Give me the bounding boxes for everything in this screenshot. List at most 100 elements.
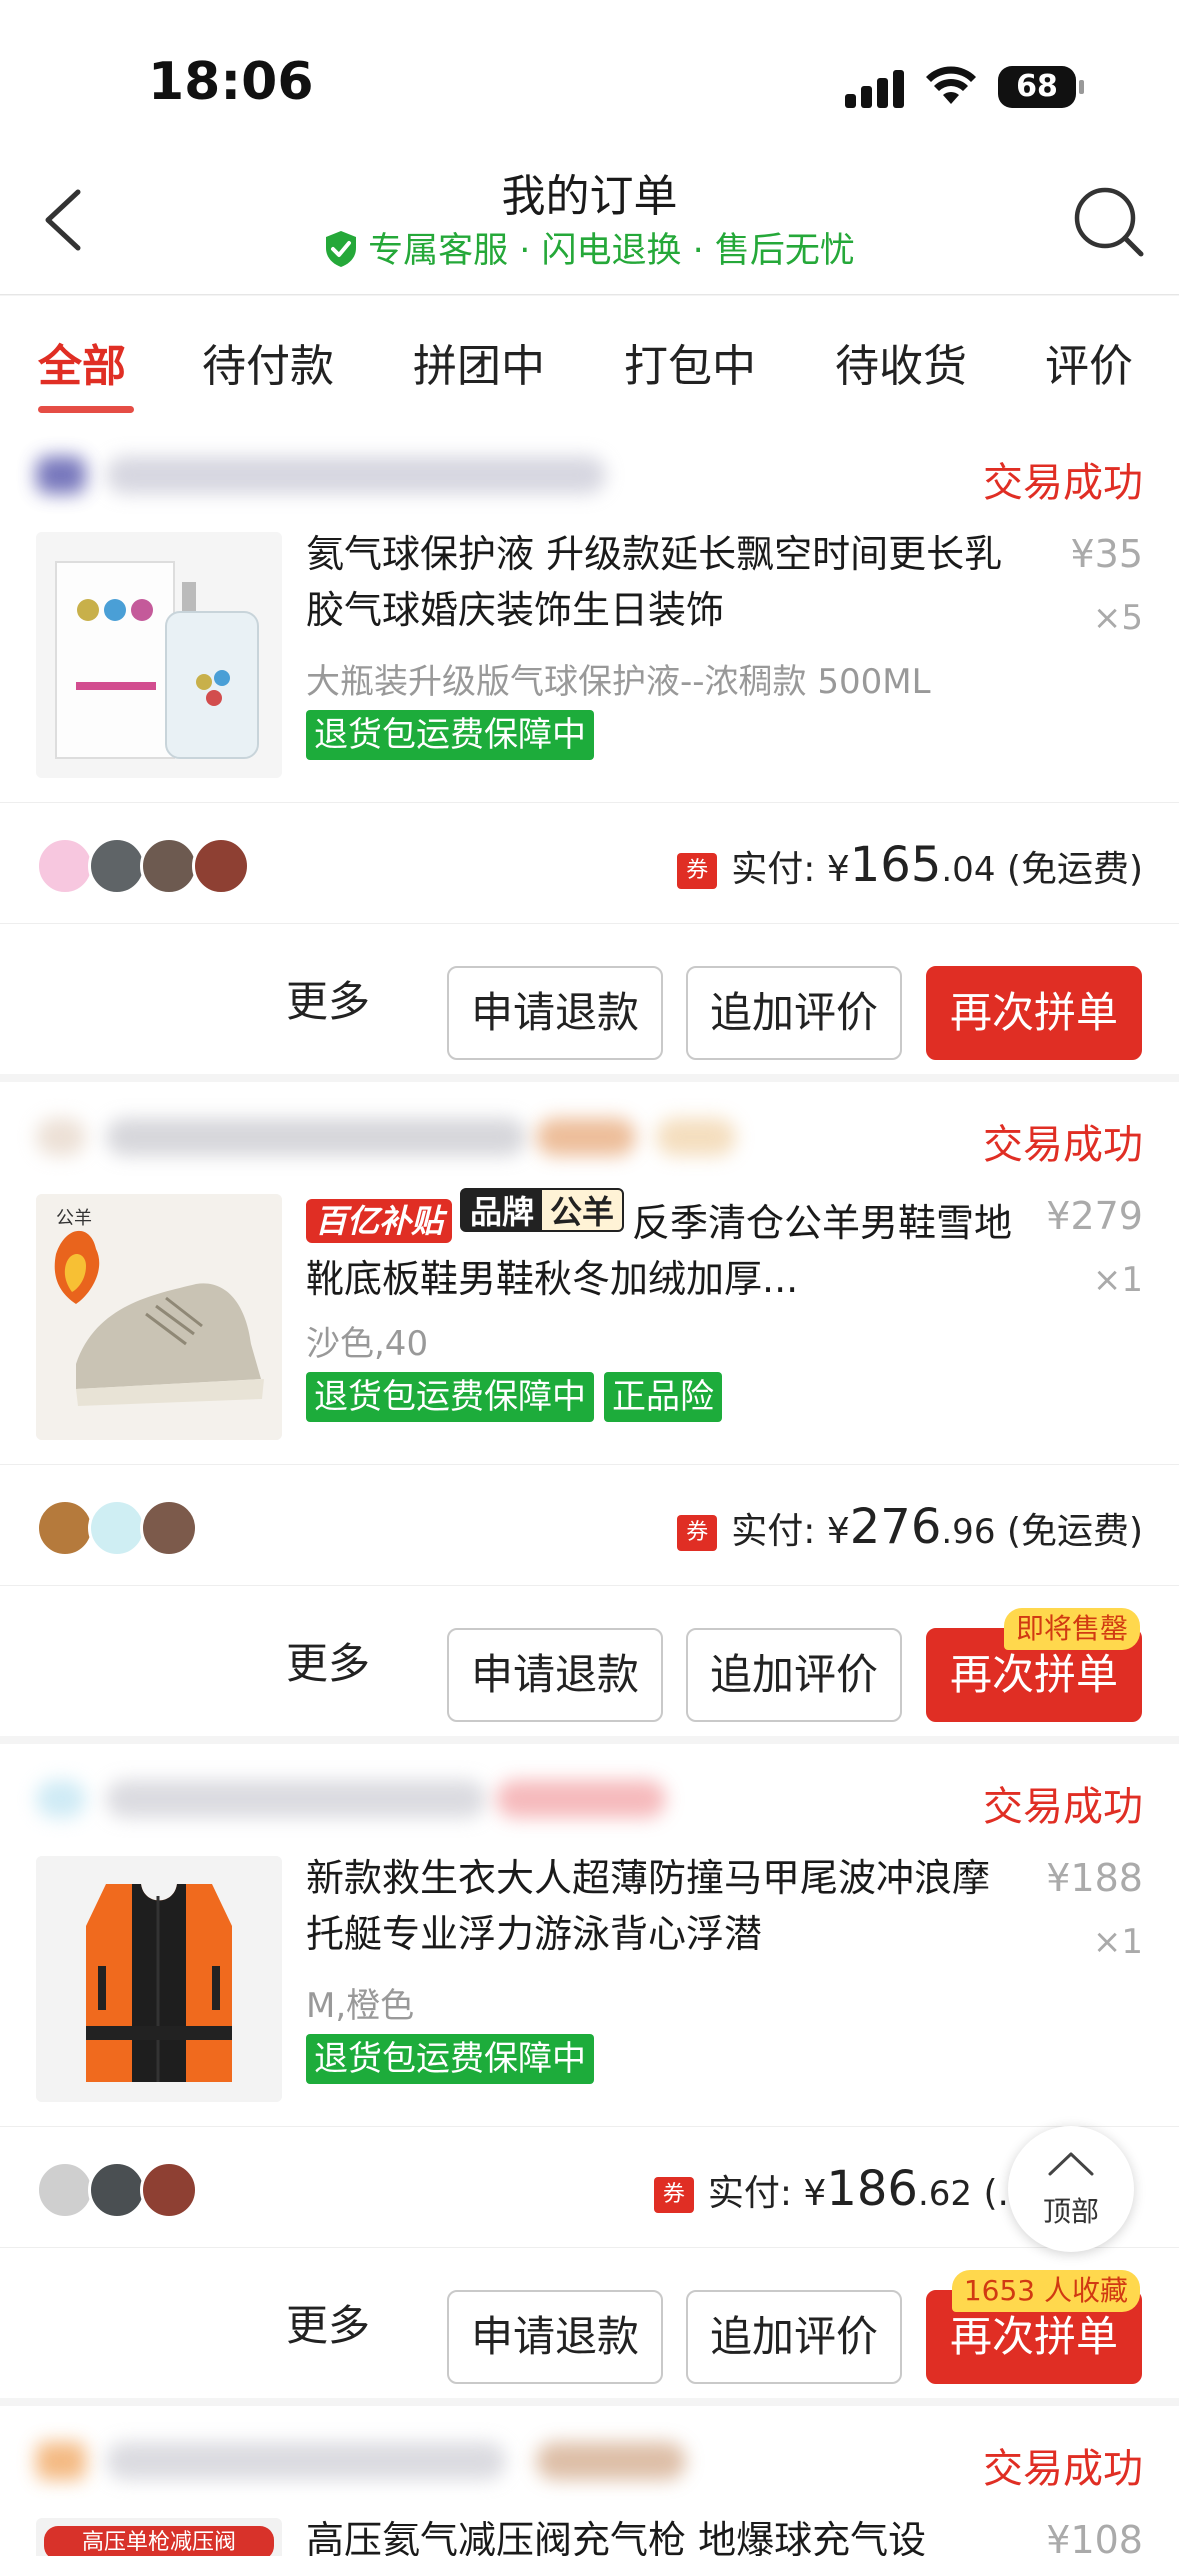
- order-status: 交易成功: [983, 1122, 1143, 1168]
- coupon-icon: 券: [677, 853, 718, 889]
- shop-name[interactable]: [36, 2432, 736, 2488]
- unit-price: ¥108: [1046, 2518, 1143, 2556]
- shipping-note: (.: [983, 2173, 1010, 2214]
- authentic-insurance-tag: 正品险: [604, 1372, 722, 1422]
- coupon-icon: 券: [677, 1515, 718, 1551]
- avatar: [88, 837, 146, 895]
- order-tabs: 全部 待付款 拼团中 打包中 待收货 评价: [0, 296, 1179, 420]
- order-card: 交易成功 高压单枪减压阀 高压氦气减压阀充气枪 地爆球充气设 ¥108: [0, 2406, 1179, 2556]
- order-card: 交易成功 新款救生衣大人超薄防撞马甲尾波冲浪摩托艇专业浮力游泳背心浮潜 M,橙色…: [0, 1744, 1179, 2398]
- order-status: 交易成功: [983, 1784, 1143, 1830]
- avatar: [36, 1499, 94, 1557]
- reorder-button[interactable]: 再次拼单: [926, 966, 1142, 1060]
- payment-row: 券实付: ¥165.04 (免运费): [0, 802, 1179, 924]
- back-to-top-button[interactable]: 顶部: [1008, 2126, 1134, 2252]
- status-bar: 18:06 68: [0, 0, 1179, 150]
- return-shipping-tag: 退货包运费保障中: [306, 2034, 594, 2084]
- active-tab-indicator: [38, 406, 134, 413]
- paid-integer: 276: [849, 1499, 942, 1555]
- subsidy-badge: 百亿补贴: [306, 1199, 453, 1243]
- shipping-note: (免运费): [1006, 849, 1143, 890]
- quantity: ×1: [1092, 1922, 1143, 1962]
- avatar: [88, 2161, 146, 2219]
- paid-integer: 186: [826, 2161, 918, 2217]
- product-image-label: 高压单枪减压阀: [44, 2526, 274, 2556]
- cellular-signal-icon: [845, 70, 907, 108]
- page-title: 我的订单: [501, 171, 678, 222]
- avatar: [192, 837, 250, 895]
- quantity: ×1: [1092, 1260, 1143, 1300]
- tab-all[interactable]: 全部: [38, 330, 126, 394]
- avatar: [140, 837, 198, 895]
- product-title[interactable]: 新款救生衣大人超薄防撞马甲尾波冲浪摩托艇专业浮力游泳背心浮潜: [306, 1850, 1026, 1962]
- avatar: [140, 1499, 198, 1557]
- order-actions: 更多 申请退款 追加评价 再次拼单: [0, 924, 1179, 1074]
- back-to-top-label: 顶部: [1042, 2195, 1099, 2228]
- order-status: 交易成功: [983, 2446, 1143, 2492]
- sold-out-soon-badge: 即将售罄: [1003, 1608, 1140, 1650]
- tab-review[interactable]: 评价: [1045, 330, 1133, 394]
- unit-price: ¥279: [1046, 1194, 1143, 1238]
- reorder-button[interactable]: 再次拼单 1653 人收藏: [926, 2270, 1142, 2384]
- shop-name[interactable]: [36, 1770, 736, 1826]
- add-review-button[interactable]: 追加评价: [686, 1628, 902, 1722]
- product-image[interactable]: [36, 1856, 282, 2102]
- avatar: [36, 2161, 94, 2219]
- product-title[interactable]: 百亿补贴 品牌 公羊 反季清仓公羊男鞋雪地靴底板鞋男鞋秋冬加绒加厚...: [306, 1188, 1026, 1300]
- return-shipping-tag: 退货包运费保障中: [306, 1372, 594, 1422]
- product-image[interactable]: [36, 532, 282, 778]
- paid-amount: 券实付: ¥165.04 (免运费): [677, 837, 1143, 893]
- tab-pending-payment[interactable]: 待付款: [202, 330, 334, 394]
- shield-check-icon: [326, 231, 357, 267]
- order-card: 交易成功 氦气球保护液 升级款延长飘空时间更长乳胶气球婚庆装饰生日装饰 大瓶装升…: [0, 420, 1179, 1074]
- order-status: 交易成功: [983, 460, 1143, 506]
- wifi-icon: [926, 66, 976, 104]
- return-shipping-tag: 退货包运费保障中: [306, 710, 594, 760]
- avatar: [36, 837, 94, 895]
- payment-row: 券实付: ¥186.62 (.: [0, 2126, 1179, 2248]
- product-spec: M,橙色: [306, 1986, 415, 2026]
- paid-amount: 券实付: ¥276.96 (免运费): [677, 1499, 1143, 1555]
- shipping-note: (免运费): [1006, 1511, 1143, 1552]
- svg-text:公羊: 公羊: [56, 1208, 92, 1229]
- product-title[interactable]: 高压氦气减压阀充气枪 地爆球充气设: [306, 2512, 1026, 2556]
- more-link[interactable]: 更多: [286, 1630, 370, 1691]
- refund-button[interactable]: 申请退款: [447, 1628, 663, 1722]
- product-title[interactable]: 氦气球保护液 升级款延长飘空时间更长乳胶气球婚庆装饰生日装饰: [306, 526, 1026, 638]
- paid-cents: .04: [941, 850, 996, 890]
- unit-price: ¥188: [1046, 1856, 1143, 1900]
- service-guarantee: 专属客服 · 闪电退换 · 售后无忧: [0, 222, 1179, 273]
- tab-packing[interactable]: 打包中: [624, 330, 756, 394]
- brand-badge: 品牌 公羊: [460, 1188, 625, 1232]
- product-spec: 大瓶装升级版气球保护液--浓稠款 500ML: [306, 662, 931, 702]
- tab-group-buying[interactable]: 拼团中: [413, 330, 545, 394]
- unit-price: ¥35: [1070, 532, 1143, 576]
- coupon-icon: 券: [653, 2177, 694, 2213]
- product-image[interactable]: 高压单枪减压阀: [36, 2518, 282, 2556]
- paid-amount: 券实付: ¥186.62 (.: [653, 2161, 1010, 2217]
- paid-label: 实付:: [731, 849, 816, 890]
- order-actions: 更多 申请退款 追加评价 再次拼单 即将售罄: [0, 1586, 1179, 1736]
- paid-cents: .62: [917, 2174, 973, 2214]
- paid-integer: 165: [849, 837, 942, 893]
- shop-name[interactable]: [36, 1108, 736, 1164]
- add-review-button[interactable]: 追加评价: [686, 2290, 902, 2384]
- guarantee-text: 专属客服 · 闪电退换 · 售后无忧: [368, 231, 855, 271]
- more-link[interactable]: 更多: [286, 2292, 370, 2353]
- product-image[interactable]: 公羊: [36, 1194, 282, 1440]
- product-spec: 沙色,40: [306, 1324, 429, 1364]
- refund-button[interactable]: 申请退款: [447, 2290, 663, 2384]
- tab-pending-receipt[interactable]: 待收货: [835, 330, 967, 394]
- add-review-button[interactable]: 追加评价: [686, 966, 902, 1060]
- refund-button[interactable]: 申请退款: [447, 966, 663, 1060]
- paid-cents: .96: [941, 1512, 996, 1552]
- search-icon[interactable]: [1069, 182, 1149, 262]
- battery-icon: 68: [998, 66, 1084, 108]
- avatar: [140, 2161, 198, 2219]
- reorder-button[interactable]: 再次拼单 即将售罄: [926, 1608, 1142, 1722]
- more-link[interactable]: 更多: [286, 968, 370, 1029]
- paid-label: 实付:: [707, 2173, 792, 2214]
- nav-bar: 我的订单 专属客服 · 闪电退换 · 售后无忧: [0, 150, 1179, 295]
- shop-name[interactable]: [36, 446, 736, 502]
- chevron-up-icon: [1048, 2152, 1094, 2176]
